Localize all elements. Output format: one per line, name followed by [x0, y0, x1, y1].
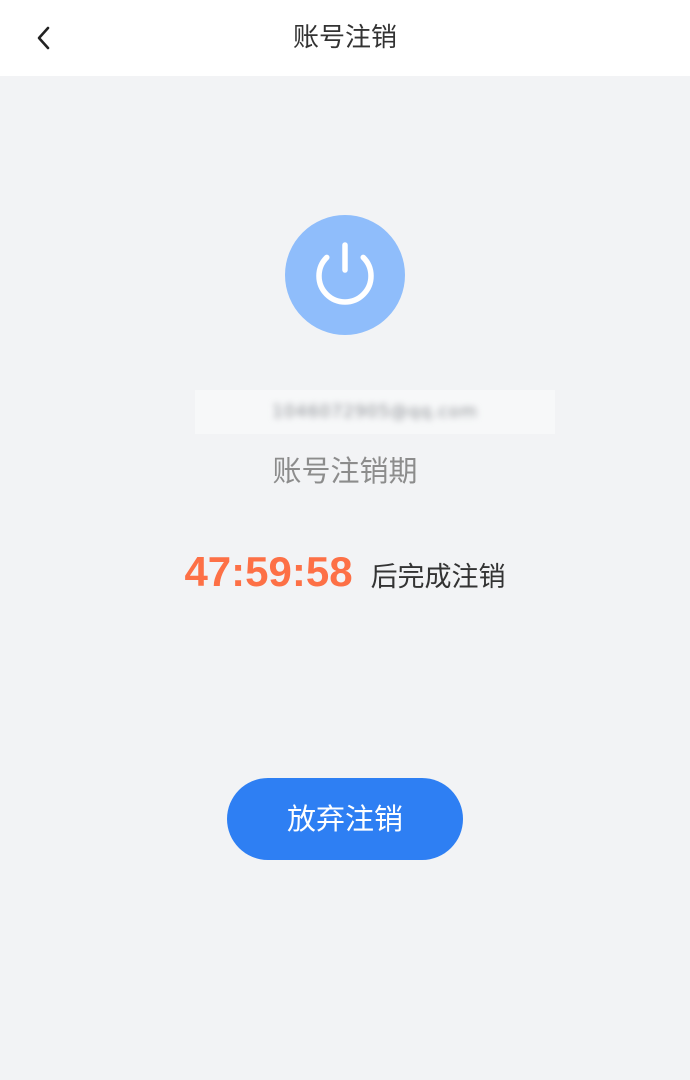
- status-label: 账号注销期: [272, 454, 418, 488]
- countdown-row: 47:59:58 后完成注销: [0, 548, 690, 612]
- account-display: 1046072905@qq.com: [195, 390, 555, 434]
- power-icon: [316, 242, 374, 305]
- nav-bar: 账号注销: [0, 0, 690, 76]
- account-email: 1046072905@qq.com: [272, 402, 478, 422]
- countdown-timer: 47:59:58: [184, 548, 353, 595]
- page-title: 账号注销: [292, 23, 397, 53]
- countdown-suffix: 后完成注销: [370, 562, 506, 593]
- abandon-cancellation-button[interactable]: 放弃注销: [227, 778, 463, 860]
- power-icon-badge: [285, 215, 405, 335]
